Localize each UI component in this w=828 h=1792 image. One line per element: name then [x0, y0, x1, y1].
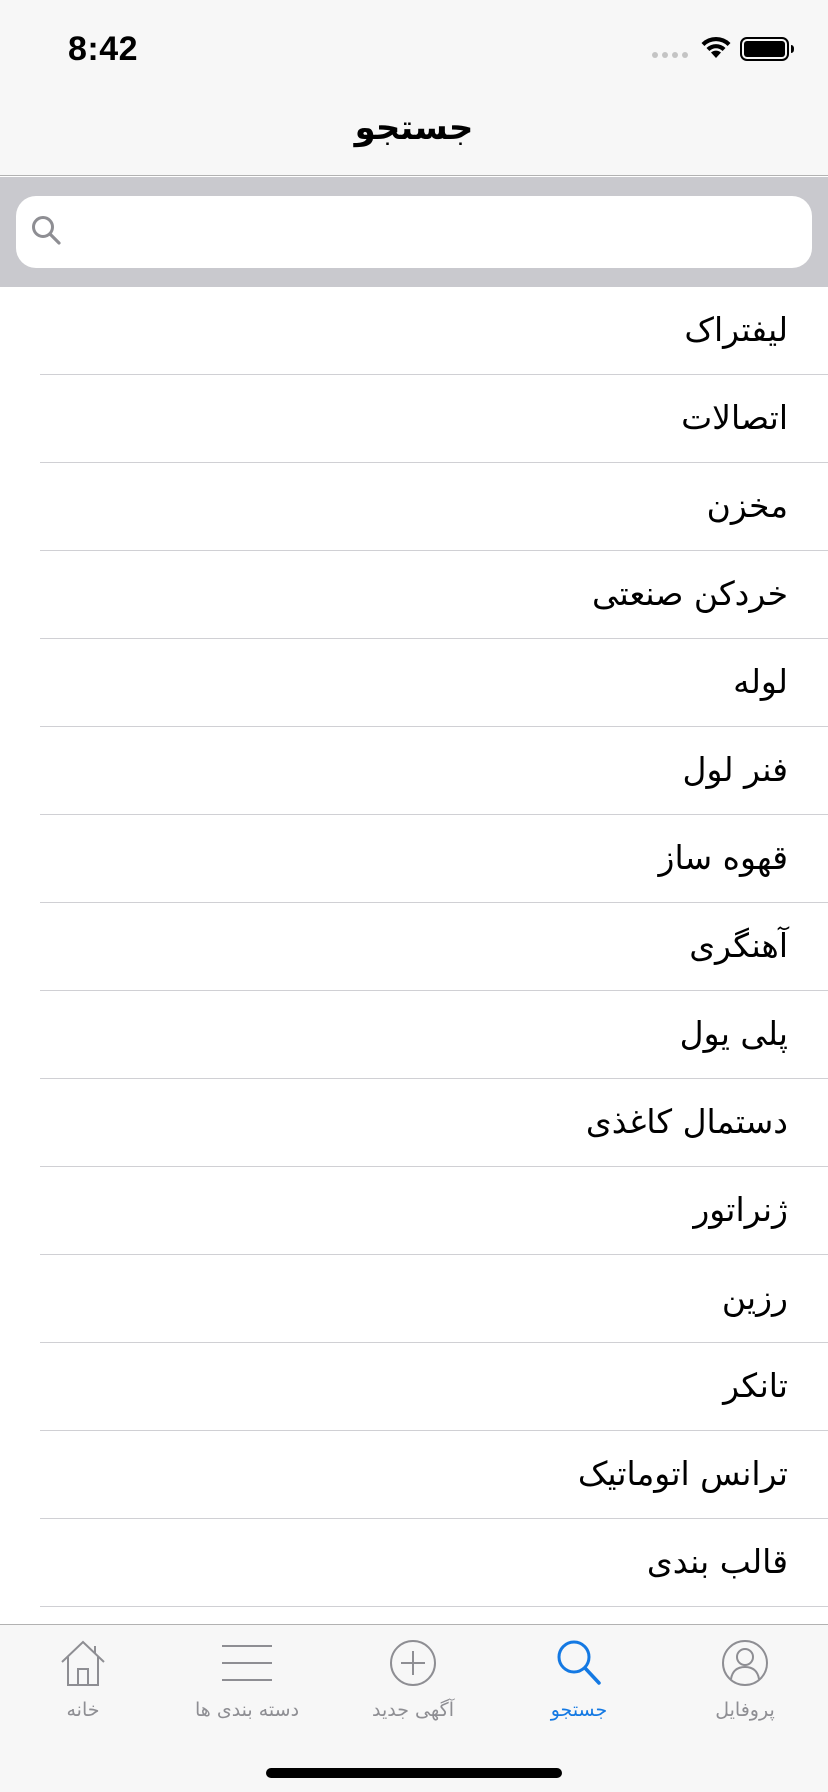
list-item-label: مخزن — [706, 486, 788, 525]
cellular-signal-icon — [652, 52, 688, 58]
tab-profile[interactable]: پروفایل — [662, 1625, 828, 1735]
tab-categories[interactable]: دسته بندی ها — [164, 1625, 330, 1735]
battery-icon — [740, 37, 794, 61]
list-item-label: رزین — [721, 1278, 788, 1317]
list-item[interactable]: اتصالات — [0, 375, 828, 463]
home-icon — [61, 1640, 105, 1686]
tab-label: آگهی جدید — [372, 1699, 454, 1721]
list-item[interactable]: آهنگری — [0, 903, 828, 991]
list-item[interactable]: فنر لول — [0, 727, 828, 815]
navigation-bar: جستجو — [0, 96, 828, 176]
home-indicator — [266, 1768, 562, 1778]
list-item[interactable]: تانکر — [0, 1343, 828, 1431]
status-bar: 8:42 — [0, 0, 828, 96]
search-field[interactable] — [16, 196, 812, 268]
search-icon — [32, 216, 61, 245]
tab-new-ad[interactable]: آگهی جدید — [330, 1625, 496, 1735]
tab-label: دسته بندی ها — [194, 1699, 300, 1721]
list-item-label: تانکر — [723, 1366, 788, 1405]
tab-label: پروفایل — [715, 1699, 775, 1721]
list-item-label: دستمال کاغذی — [585, 1102, 788, 1141]
list-item[interactable]: لوله — [0, 639, 828, 727]
list-item-label: خردکن صنعتی — [592, 574, 788, 613]
list-item-label: اتصالات — [681, 398, 788, 437]
list-item[interactable]: پلی یول — [0, 991, 828, 1079]
add-circle-icon — [390, 1640, 436, 1686]
list-item-label: قهوه ساز — [658, 838, 788, 877]
search-input[interactable] — [78, 196, 798, 268]
list-item-label: لیفتراک — [684, 310, 788, 349]
list-item-label: پلی یول — [679, 1014, 788, 1053]
page-title: جستجو — [354, 108, 474, 148]
list-item[interactable]: ترانس اتوماتیک — [0, 1431, 828, 1519]
list-item[interactable]: ژنراتور — [0, 1167, 828, 1255]
search-bar — [0, 177, 828, 287]
list-icon — [222, 1645, 272, 1681]
list-item-label: قالب بندی — [646, 1542, 788, 1581]
status-time: 8:42 — [68, 30, 139, 68]
list-item[interactable]: قالب بندی — [0, 1519, 828, 1607]
list-item-label: فنر لول — [682, 750, 788, 789]
profile-icon — [722, 1640, 768, 1686]
list-item-label: لوله — [733, 662, 788, 701]
list-item[interactable]: لیفتراک — [0, 287, 828, 375]
wifi-icon — [701, 36, 731, 58]
tab-home[interactable]: خانه — [0, 1625, 166, 1735]
tab-label: جستجو — [550, 1699, 608, 1721]
list-item-label: آهنگری — [689, 926, 788, 965]
list-item[interactable]: دستمال کاغذی — [0, 1079, 828, 1167]
list-item[interactable]: خردکن صنعتی — [0, 551, 828, 639]
tab-bar: خانه دسته بندی ها آگهی جدید جستجو پروفای… — [0, 1624, 828, 1792]
list-item-label: ترانس اتوماتیک — [577, 1454, 788, 1493]
tab-search[interactable]: جستجو — [496, 1625, 662, 1735]
list-item[interactable]: مخزن — [0, 463, 828, 551]
list-item[interactable]: قهوه ساز — [0, 815, 828, 903]
list-item-label: ژنراتور — [693, 1190, 788, 1229]
category-list: لیفتراک اتصالات مخزن خردکن صنعتی لوله فن… — [0, 287, 828, 1607]
list-item[interactable]: رزین — [0, 1255, 828, 1343]
search-icon — [557, 1640, 601, 1685]
tab-label: خانه — [66, 1699, 100, 1721]
row-divider — [40, 1606, 828, 1607]
